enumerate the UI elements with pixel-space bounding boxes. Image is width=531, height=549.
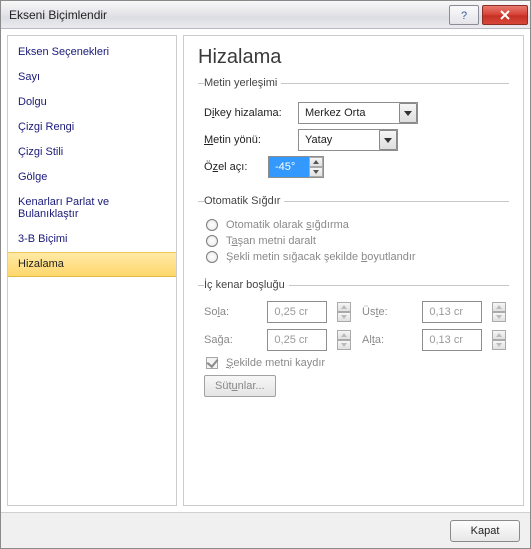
sidebar-item-label: Kenarları Parlat ve Bulanıklaştır <box>18 196 109 220</box>
margin-bottom-input <box>422 329 482 351</box>
sidebar-item-3d-format[interactable]: 3-B Biçimi <box>8 227 176 252</box>
margin-right-spinner <box>267 329 352 351</box>
svg-text:?: ? <box>461 10 467 21</box>
margin-left-spinner <box>267 301 352 323</box>
dialog-body: Eksen Seçenekleri Sayı Dolgu Çizgi Rengi… <box>1 29 530 548</box>
settings-pane: Hizalama Metin yerleşimi Dikey hizalama:… <box>183 35 524 506</box>
option-label: Taşan metni daralt <box>226 235 316 247</box>
sidebar-item-label: 3-B Biçimi <box>18 233 68 245</box>
sidebar-item-line-style[interactable]: Çizgi Stili <box>8 140 176 165</box>
content-area: Eksen Seçenekleri Sayı Dolgu Çizgi Rengi… <box>1 29 530 512</box>
sidebar-item-label: Hizalama <box>18 258 64 270</box>
radio-shrink-overflow: Taşan metni daralt <box>206 235 507 247</box>
chevron-down-icon[interactable] <box>379 130 397 150</box>
vertical-align-label: Dikey hizalama: <box>204 107 292 119</box>
vertical-align-select[interactable] <box>298 102 418 124</box>
margin-top-label: Üste: <box>362 306 412 318</box>
close-button[interactable]: Kapat <box>450 520 520 542</box>
margin-left-label: Sola: <box>204 306 257 318</box>
row-vertical-align: Dikey hizalama: <box>204 102 507 124</box>
option-label: Otomatik olarak sığdırma <box>226 219 349 231</box>
margin-right-input <box>267 329 327 351</box>
margin-bottom-label: Alta: <box>362 334 412 346</box>
radio-no-autofit: Otomatik olarak sığdırma <box>206 219 507 231</box>
window-title: Ekseni Biçimlendir <box>9 8 107 22</box>
spin-up-icon[interactable] <box>309 157 323 167</box>
text-direction-select[interactable] <box>298 129 398 151</box>
sidebar-item-shadow[interactable]: Gölge <box>8 165 176 190</box>
option-label: Şekli metin sığacak şekilde boyutlandır <box>226 251 416 263</box>
radio-resize-shape: Şekli metin sığacak şekilde boyutlandır <box>206 251 507 263</box>
spin-up-icon <box>337 330 351 340</box>
dialog-footer: Kapat <box>1 512 530 548</box>
radio-icon <box>206 235 218 247</box>
margin-top-spinner <box>422 301 507 323</box>
margin-left-input <box>267 301 327 323</box>
dialog-window: Ekseni Biçimlendir ? Eksen Seçenekleri S… <box>0 0 531 549</box>
radio-icon <box>206 251 218 263</box>
window-close-button[interactable] <box>482 5 528 25</box>
spin-up-icon <box>492 302 506 312</box>
sidebar-item-glow[interactable]: Kenarları Parlat ve Bulanıklaştır <box>8 190 176 227</box>
text-direction-label: Metin yönü: <box>204 134 292 146</box>
sidebar-item-fill[interactable]: Dolgu <box>8 90 176 115</box>
close-button-label: Kapat <box>471 525 500 537</box>
margin-grid: Sola: Üste: Sağa: <box>204 301 507 351</box>
group-legend: Otomatik Sığdır <box>204 195 284 207</box>
columns-button: Sütunlar... <box>204 375 276 397</box>
group-text-layout: Metin yerleşimi Dikey hizalama: Metin yö… <box>198 77 509 187</box>
sidebar-item-label: Gölge <box>18 171 47 183</box>
spin-down-icon <box>337 312 351 322</box>
sidebar-item-label: Çizgi Rengi <box>18 121 74 133</box>
sidebar-item-line-color[interactable]: Çizgi Rengi <box>8 115 176 140</box>
custom-angle-label: Özel açı: <box>204 161 262 173</box>
spin-up-icon <box>337 302 351 312</box>
margin-bottom-spinner <box>422 329 507 351</box>
sidebar-item-alignment[interactable]: Hizalama <box>8 252 176 277</box>
pane-title: Hizalama <box>198 46 509 69</box>
sidebar-item-number[interactable]: Sayı <box>8 65 176 90</box>
group-autofit: Otomatik Sığdır Otomatik olarak sığdırma… <box>198 195 509 271</box>
group-legend: Metin yerleşimi <box>204 77 281 89</box>
help-button[interactable]: ? <box>449 5 479 25</box>
row-custom-angle: Özel açı: <box>204 156 507 178</box>
row-text-direction: Metin yönü: <box>204 129 507 151</box>
sidebar-item-label: Sayı <box>18 71 40 83</box>
sidebar-item-label: Eksen Seçenekleri <box>18 46 109 58</box>
radio-icon <box>206 219 218 231</box>
margin-top-input <box>422 301 482 323</box>
checkbox-icon <box>206 357 218 369</box>
category-sidebar: Eksen Seçenekleri Sayı Dolgu Çizgi Rengi… <box>7 35 177 506</box>
spin-down-icon <box>337 340 351 350</box>
group-inner-margin: İç kenar boşluğu Sola: Üste: Sağa: <box>198 279 509 401</box>
checkbox-wrap-text: Şekilde metni kaydır <box>206 357 507 369</box>
spin-down-icon <box>492 340 506 350</box>
spin-down-icon <box>492 312 506 322</box>
spin-up-icon <box>492 330 506 340</box>
title-bar: Ekseni Biçimlendir ? <box>1 1 530 29</box>
group-legend: İç kenar boşluğu <box>204 279 289 291</box>
sidebar-item-label: Dolgu <box>18 96 47 108</box>
custom-angle-spinner[interactable] <box>268 156 324 178</box>
sidebar-item-axis-options[interactable]: Eksen Seçenekleri <box>8 40 176 65</box>
spin-down-icon[interactable] <box>309 167 323 177</box>
option-label: Şekilde metni kaydır <box>226 357 325 369</box>
sidebar-item-label: Çizgi Stili <box>18 146 63 158</box>
chevron-down-icon[interactable] <box>399 103 417 123</box>
margin-right-label: Sağa: <box>204 334 257 346</box>
